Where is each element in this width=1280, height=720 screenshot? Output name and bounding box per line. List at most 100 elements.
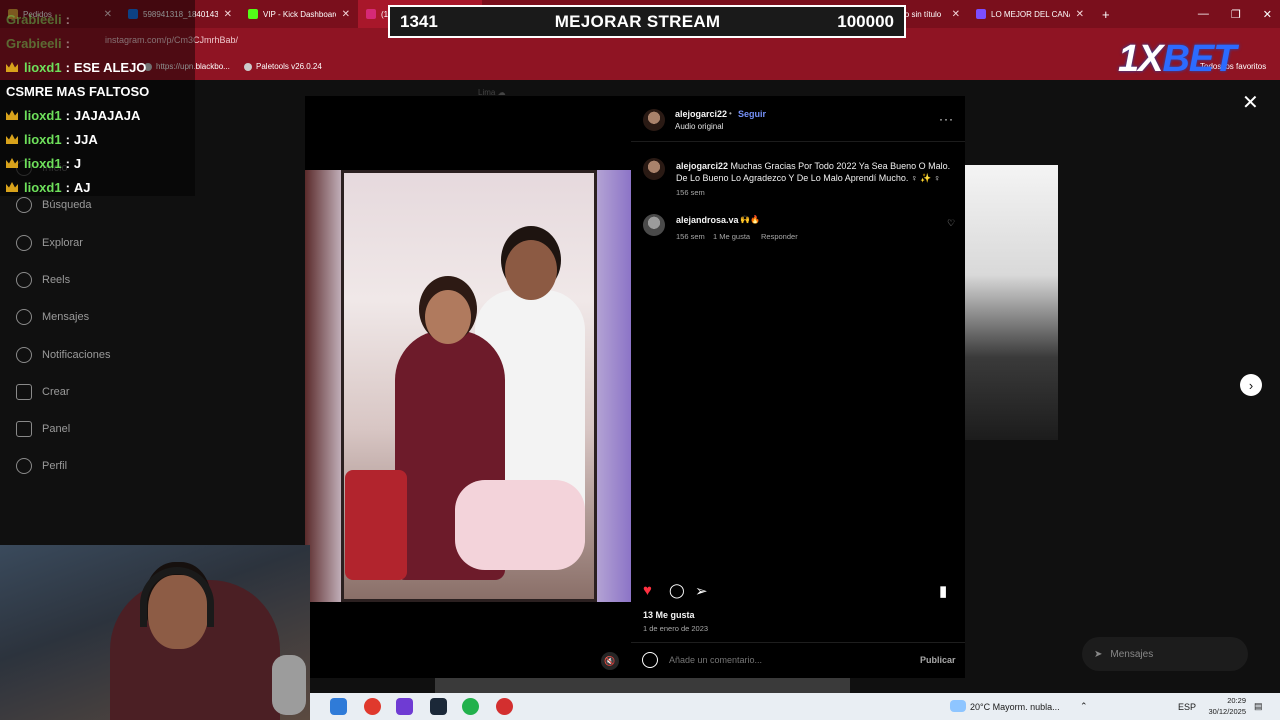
post-media[interactable]: 🔇: [305, 96, 631, 678]
weather-icon[interactable]: [950, 700, 966, 712]
close-window-button[interactable]: ✕: [1263, 8, 1272, 21]
ig-nav-label: Mensajes: [42, 311, 90, 324]
minimize-button[interactable]: —: [1198, 8, 1209, 20]
close-modal-icon[interactable]: ✕: [1242, 90, 1259, 115]
chat-username[interactable]: lioxd1: [24, 108, 62, 123]
chat-username[interactable]: lioxd1: [24, 156, 62, 171]
ig-nav-búsqueda[interactable]: Búsqueda: [16, 197, 92, 214]
ig-nav-explorar[interactable]: Explorar: [16, 234, 83, 251]
comment-bubble-icon[interactable]: ◯: [669, 582, 685, 599]
ig-nav-mensajes[interactable]: Mensajes: [16, 309, 90, 326]
reply-button[interactable]: Responder: [761, 232, 798, 241]
close-tab-icon[interactable]: ✕: [1076, 9, 1084, 20]
discord-icon[interactable]: [396, 698, 413, 715]
ig-nav-label: Notificaciones: [42, 348, 111, 361]
ig-nav-label: Búsqueda: [42, 199, 92, 212]
mute-icon[interactable]: 🔇: [601, 652, 619, 670]
caption-avatar[interactable]: [643, 158, 665, 180]
ig-nav-panel[interactable]: Panel: [16, 421, 71, 438]
bookmark-label: Paletools v26.0.24: [256, 62, 322, 71]
taskbar-preview-strip: [435, 678, 850, 693]
weather-text[interactable]: 20°C Mayorm. nubla...: [970, 702, 1060, 712]
reels-icon: [16, 271, 32, 288]
share-icon[interactable]: ➢: [695, 582, 708, 600]
author-avatar[interactable]: [643, 109, 665, 131]
comment-input[interactable]: [669, 655, 909, 665]
comment-likes[interactable]: 1 Me gusta: [713, 232, 750, 241]
chat-message: lioxd1: JAJAJAJA: [6, 104, 140, 126]
chat-message: CSMRE MAS FALTOSO: [6, 80, 149, 102]
caption-time: 156 sem: [676, 188, 705, 197]
ig-nav-perfil[interactable]: Perfil: [16, 458, 67, 475]
chat-separator: :: [65, 35, 70, 51]
save-bookmark-icon[interactable]: ▮: [939, 582, 947, 600]
chat-username[interactable]: lioxd1: [24, 60, 62, 75]
chat-message: lioxd1: AJ: [6, 176, 91, 198]
compass-icon: [16, 234, 32, 251]
follow-button[interactable]: Seguir: [738, 109, 766, 119]
goal-title: MEJORAR STREAM: [554, 11, 721, 31]
ig-nav-notificaciones[interactable]: Notificaciones: [16, 346, 111, 363]
caption-username[interactable]: alejogarci22: [676, 161, 728, 171]
crown-badge-icon: [6, 62, 18, 72]
chat-separator: :: [65, 179, 70, 195]
clock-date[interactable]: 30/12/2025: [1190, 707, 1246, 717]
chat-username[interactable]: Grabieeli: [6, 36, 62, 51]
ig-nav-crear[interactable]: Crear: [16, 383, 70, 400]
publish-button[interactable]: Publicar: [920, 655, 956, 665]
chat-separator: :: [65, 131, 70, 147]
file-explorer-icon[interactable]: [330, 698, 347, 715]
post-details-panel: alejogarci22 • Seguir Audio original ···…: [631, 96, 965, 678]
paper-plane-icon: ➤: [1094, 648, 1103, 660]
post-date: 1 de enero de 2023: [643, 624, 709, 633]
notifications-icon[interactable]: ▤: [1254, 701, 1263, 712]
ig-nav-reels[interactable]: Reels: [16, 271, 71, 288]
audio-label[interactable]: Audio original: [675, 122, 723, 131]
obs-icon[interactable]: [496, 698, 513, 715]
close-tab-icon[interactable]: ✕: [952, 9, 960, 20]
comment-username[interactable]: alejandrosa.va: [676, 215, 739, 225]
tab-label: VIP - Kick Dashboard: [263, 9, 336, 19]
background-post-image: [965, 165, 1058, 440]
like-count[interactable]: 13 Me gusta: [643, 610, 695, 620]
chat-username[interactable]: lioxd1: [24, 180, 62, 195]
chat-text: JAJAJAJA: [73, 107, 141, 123]
next-post-icon[interactable]: ›: [1240, 374, 1262, 396]
whatsapp-icon[interactable]: [462, 698, 479, 715]
new-tab-button[interactable]: +: [1102, 7, 1110, 22]
sponsor-logo-part: 1X: [1118, 38, 1163, 80]
more-options-icon[interactable]: ···: [939, 112, 954, 126]
close-tab-icon[interactable]: ✕: [342, 9, 350, 20]
photo-cake-red: [345, 470, 407, 580]
chat-separator: :: [65, 59, 70, 75]
chat-message: lioxd1: JJA: [6, 128, 98, 150]
ig-nav-label: Explorar: [42, 236, 83, 249]
steam-icon[interactable]: [430, 698, 447, 715]
comment-text: 🙌🔥: [740, 215, 760, 224]
chat-username[interactable]: Grabieeli: [6, 12, 62, 27]
show-hidden-icons[interactable]: ⌃: [1080, 701, 1088, 712]
chat-message: Grabieeli:: [6, 8, 74, 30]
tab-favicon-icon: [248, 9, 258, 19]
chat-username[interactable]: lioxd1: [24, 132, 62, 147]
chat-message: Grabieeli:: [6, 32, 74, 54]
author-username[interactable]: alejogarci22: [675, 109, 727, 119]
clock-time[interactable]: 20:29: [1190, 696, 1246, 706]
ig-nav-label: Reels: [42, 273, 71, 286]
like-heart-icon[interactable]: ♥: [643, 582, 652, 599]
browser-tab[interactable]: VIP - Kick Dashboard ✕: [240, 0, 358, 28]
chat-separator: :: [65, 107, 70, 123]
emoji-icon[interactable]: [642, 652, 658, 668]
goal-current: 1341: [400, 11, 438, 31]
comment-like-icon[interactable]: ♡: [947, 218, 955, 229]
close-tab-icon[interactable]: ✕: [224, 9, 232, 20]
messages-pill[interactable]: ➤ Mensajes: [1082, 637, 1248, 671]
bookmark-item[interactable]: Paletools v26.0.24: [244, 62, 322, 71]
screen: Pedidos✕598941318_184014303✕VIP - Kick D…: [0, 0, 1280, 720]
tab-favicon-icon: [366, 9, 376, 19]
commenter-avatar[interactable]: [643, 214, 665, 236]
maximize-button[interactable]: ❐: [1231, 8, 1241, 21]
browser-tab[interactable]: LO MEJOR DEL CANAL ✕: [968, 0, 1092, 28]
ig-nav-label: Panel: [42, 423, 71, 436]
chrome-icon[interactable]: [364, 698, 381, 715]
